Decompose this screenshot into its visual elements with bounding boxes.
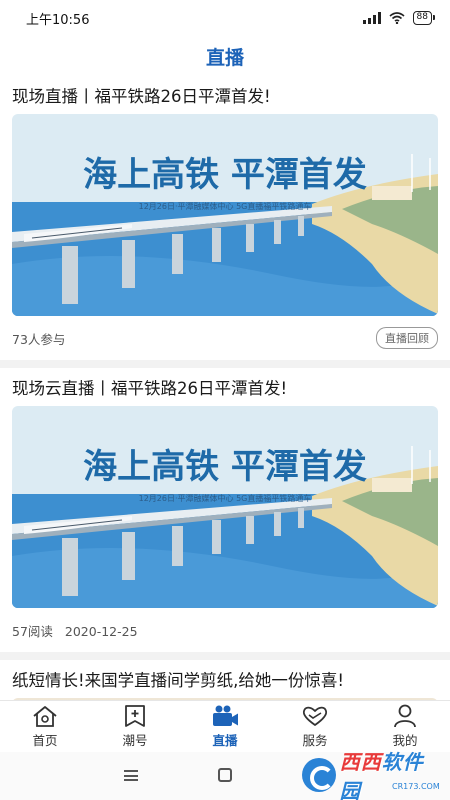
tab-label: 潮号 bbox=[122, 733, 148, 748]
feed-item-thumbnail[interactable]: 海上高铁 平潭首发 12月26日·平潭融媒体中心 5G直播福平铁路通车 bbox=[12, 114, 438, 316]
bottom-tab-bar: 首页 潮号 直播 服务 我的 bbox=[0, 700, 450, 752]
feed-item[interactable]: 纸短情长!来国学直播间学剪纸,给她一份惊喜! bbox=[0, 660, 450, 700]
watermark-text: 西西软件园 bbox=[340, 746, 444, 800]
replay-tag[interactable]: 直播回顾 bbox=[376, 327, 438, 349]
tab-live[interactable]: 直播 bbox=[180, 701, 270, 752]
home-icon bbox=[33, 706, 57, 727]
heart-hands-icon bbox=[302, 706, 328, 726]
watermark-logo-icon bbox=[302, 758, 336, 792]
video-camera-icon bbox=[213, 705, 238, 726]
page-title: 直播 bbox=[205, 46, 244, 69]
wifi-icon bbox=[389, 12, 405, 24]
thumbnail-headline: 海上高铁 平潭首发 bbox=[83, 447, 367, 487]
thumbnail-headline: 海上高铁 平潭首发 bbox=[83, 155, 367, 195]
live-feed[interactable]: 现场直播丨福平铁路26日平潭首发! 海上高铁 平潭首发 12月26日·平潭融媒体… bbox=[0, 76, 450, 700]
signal-icon bbox=[362, 12, 381, 24]
publish-date: 2020-12-25 bbox=[64, 623, 138, 639]
divider bbox=[0, 360, 450, 368]
feed-item-meta: 73人参与 直播回顾 bbox=[12, 316, 438, 360]
status-time: 上午10:56 bbox=[26, 12, 90, 28]
tab-label: 直播 bbox=[212, 733, 238, 748]
read-count: 57阅读 bbox=[12, 623, 53, 639]
watermark-sub: CR173.COM bbox=[392, 782, 440, 791]
thumbnail-caption: 12月26日·平潭融媒体中心 5G直播福平铁路通车 bbox=[139, 493, 312, 503]
feed-item-title[interactable]: 纸短情长!来国学直播间学剪纸,给她一份惊喜! bbox=[12, 660, 438, 698]
status-icons: 88 bbox=[362, 11, 436, 25]
tab-label: 首页 bbox=[32, 733, 58, 748]
feed-item-thumbnail[interactable]: 海上高铁 平潭首发 12月26日·平潭融媒体中心 5G直播福平铁路通车 bbox=[12, 406, 438, 608]
feed-item-title[interactable]: 现场云直播丨福平铁路26日平潭首发! bbox=[12, 368, 438, 406]
tab-home[interactable]: 首页 bbox=[0, 701, 90, 752]
participant-count: 73人参与 bbox=[12, 331, 66, 347]
menu-icon[interactable] bbox=[124, 770, 138, 781]
tab-services[interactable]: 服务 bbox=[270, 701, 360, 752]
tab-label: 服务 bbox=[302, 733, 328, 748]
divider bbox=[0, 652, 450, 660]
page-header: 直播 bbox=[0, 36, 450, 76]
site-watermark: 西西软件园 CR173.COM bbox=[302, 750, 444, 800]
subscribe-icon bbox=[125, 705, 145, 727]
feed-item-meta: 57阅读 2020-12-25 bbox=[12, 608, 438, 652]
feed-item[interactable]: 现场直播丨福平铁路26日平潭首发! 海上高铁 平潭首发 12月26日·平潭融媒体… bbox=[0, 76, 450, 368]
user-icon bbox=[394, 704, 416, 728]
feed-item[interactable]: 现场云直播丨福平铁路26日平潭首发! 海上高铁 平潭首发 12月26日·平潭融媒… bbox=[0, 368, 450, 660]
battery-icon: 88 bbox=[412, 11, 436, 25]
thumbnail-caption: 12月26日·平潭融媒体中心 5G直播福平铁路通车 bbox=[139, 201, 312, 211]
watermark-text-left: 西西 bbox=[339, 750, 382, 774]
status-bar: 上午10:56 88 bbox=[0, 0, 450, 36]
tab-profile[interactable]: 我的 bbox=[360, 701, 450, 752]
tab-subscribe[interactable]: 潮号 bbox=[90, 701, 180, 752]
feed-item-title[interactable]: 现场直播丨福平铁路26日平潭首发! bbox=[12, 76, 438, 114]
home-button-icon[interactable] bbox=[218, 768, 232, 782]
